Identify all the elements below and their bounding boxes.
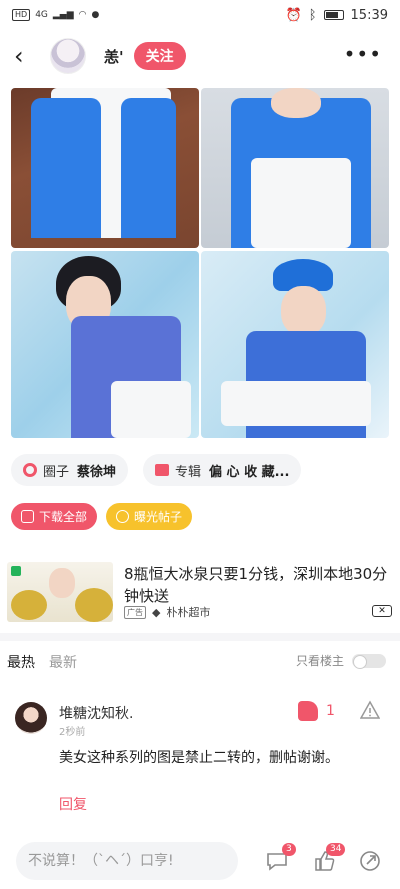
status-left: HD 4G ▂▄▆ ◠ ●: [12, 9, 99, 21]
post-image-3[interactable]: [11, 251, 199, 438]
ad-image-fruit: [75, 588, 113, 622]
like-count-badge: 34: [326, 843, 346, 856]
ad-brand-icon: [11, 566, 21, 576]
post-header: ‹ 恙' 关注 •••: [0, 36, 400, 76]
signal-icon: ▂▄▆: [52, 10, 74, 20]
thumbs-up-icon: [298, 701, 318, 721]
image-figure: [111, 381, 191, 438]
status-bar: HD 4G ▂▄▆ ◠ ● ⏰ ᛒ 15:39: [0, 0, 400, 30]
comment-input[interactable]: 不说算！（`ヘ´）口亨!: [16, 842, 238, 880]
ad-image-person: [49, 568, 75, 598]
comment-like[interactable]: 1: [298, 701, 335, 721]
author-name[interactable]: 恙': [104, 46, 124, 67]
alarm-icon: ⏰: [285, 7, 302, 23]
circle-tag-value: 蔡徐坤: [77, 464, 117, 480]
back-icon[interactable]: ‹: [14, 43, 40, 69]
reply-button[interactable]: 回复: [59, 794, 87, 814]
circle-icon: [23, 463, 37, 477]
post-image-1[interactable]: [11, 88, 199, 248]
ad-meta: 广告 ◆ 朴朴超市: [124, 604, 210, 620]
clock: 15:39: [350, 7, 388, 23]
image-figure: [281, 286, 326, 336]
image-figure: [271, 88, 321, 118]
commenter-avatar[interactable]: [15, 702, 47, 734]
eye-icon: [116, 510, 129, 523]
status-right: ⏰ ᛒ 15:39: [286, 8, 388, 23]
ad-label: 广告: [124, 605, 146, 619]
circle-tag-label: 圈子: [43, 464, 70, 480]
image-figure: [31, 98, 101, 238]
image-figure: [251, 158, 351, 248]
report-icon[interactable]: [360, 700, 380, 720]
download-all-label: 下载全部: [39, 510, 88, 524]
album-tag-label: 专辑: [175, 464, 202, 480]
ad-image[interactable]: [7, 562, 113, 622]
wifi-icon: ◠: [78, 10, 87, 20]
only-host-label: 只看楼主: [295, 654, 344, 668]
comment-count-badge: 3: [282, 843, 296, 856]
follow-button[interactable]: 关注: [133, 42, 186, 70]
hd-indicator: HD: [12, 9, 31, 21]
ad-source: 朴朴超市: [166, 606, 211, 619]
section-divider: [0, 633, 400, 641]
download-all-button[interactable]: 下载全部: [11, 503, 98, 530]
download-icon: [21, 510, 34, 523]
circle-tag[interactable]: 圈子 蔡徐坤: [11, 454, 129, 486]
image-figure: [121, 98, 176, 238]
post-image-4[interactable]: [201, 251, 389, 438]
comment-time: 2秒前: [59, 727, 86, 738]
battery-icon: [323, 10, 344, 20]
only-host-toggle[interactable]: [352, 653, 386, 669]
commenter-name[interactable]: 堆糖沈知秋.: [59, 703, 133, 723]
wechat-icon: ●: [91, 10, 100, 20]
album-tag-value: 偏 心 收 藏...: [209, 464, 290, 480]
album-icon: [155, 464, 169, 476]
expose-post-label: 曝光帖子: [134, 510, 183, 524]
ad-source-icon: ◆: [152, 605, 161, 619]
tab-hottest[interactable]: 最热: [7, 652, 35, 672]
comment-tabs: 最热 最新: [7, 652, 77, 672]
comment-text: 美女这种系列的图是禁止二转的，删帖谢谢。: [59, 750, 339, 766]
album-tag[interactable]: 专辑 偏 心 收 藏...: [143, 454, 302, 486]
post-image-2[interactable]: [201, 88, 389, 248]
ad-image-fruit: [11, 590, 47, 620]
ad-title[interactable]: 8瓶恒大冰泉只要1分钱，深圳本地30分钟快送: [124, 563, 396, 607]
author-avatar[interactable]: [50, 38, 86, 74]
only-host-filter[interactable]: 只看楼主: [296, 652, 386, 669]
network-indicator: 4G: [35, 10, 48, 20]
image-figure: [221, 381, 371, 426]
more-icon[interactable]: •••: [344, 44, 382, 64]
ad-close-button[interactable]: ✕: [372, 605, 392, 617]
expose-post-button[interactable]: 曝光帖子: [106, 503, 193, 530]
comment-like-count: 1: [326, 703, 335, 719]
tab-latest[interactable]: 最新: [49, 652, 77, 672]
share-icon[interactable]: [358, 849, 382, 873]
bluetooth-icon: ᛒ: [308, 7, 317, 23]
